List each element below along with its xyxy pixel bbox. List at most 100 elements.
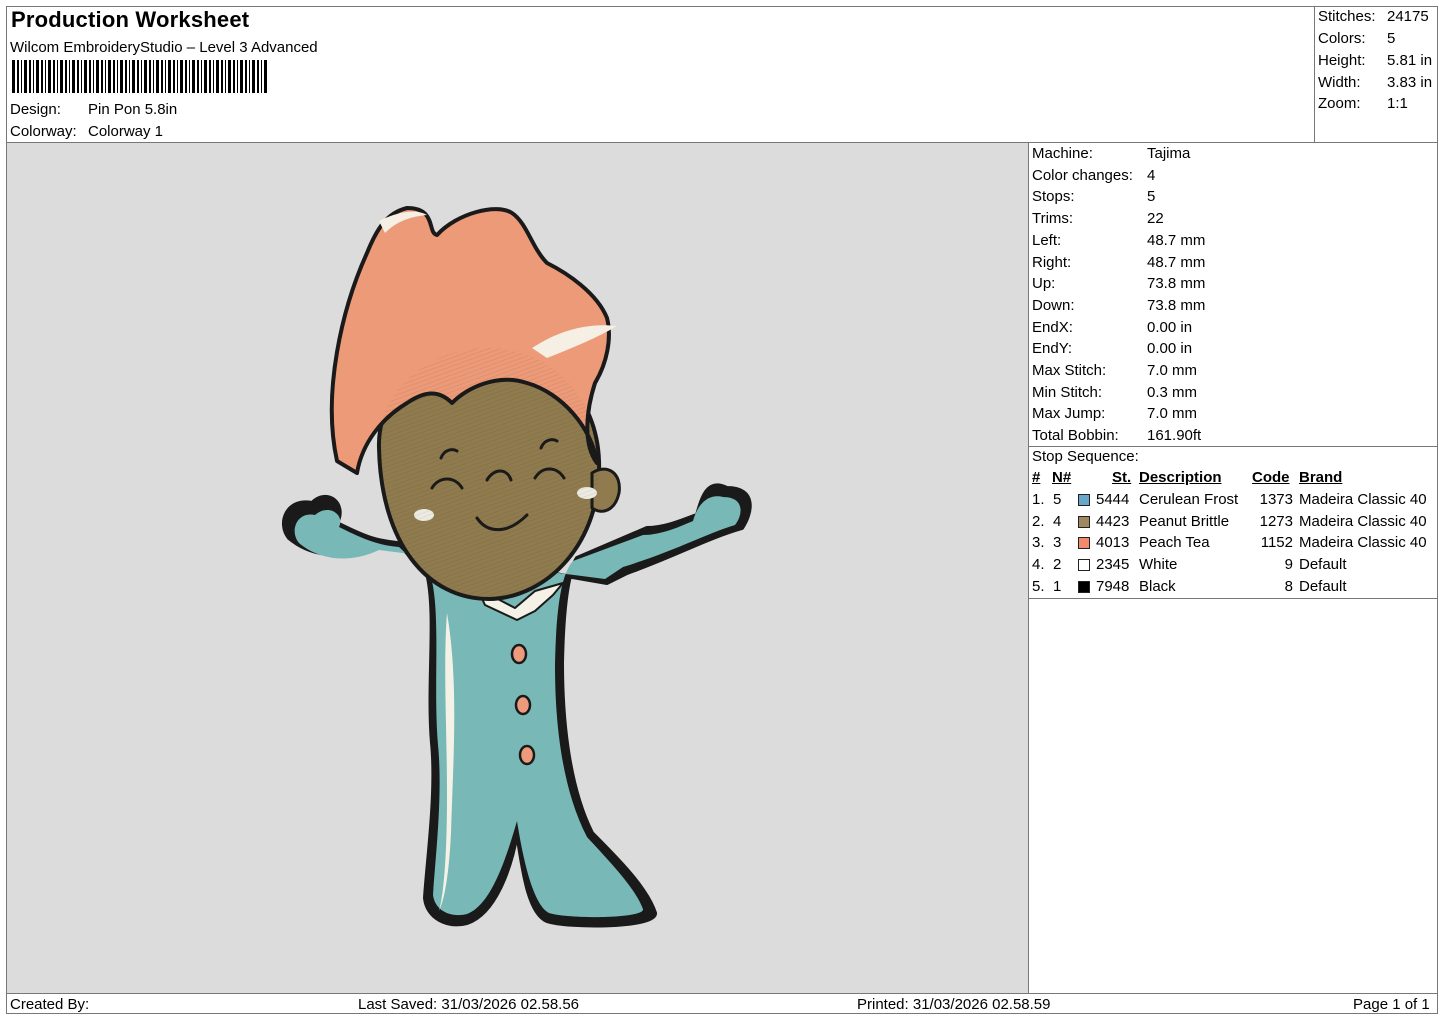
seq-num: 4. [1032, 556, 1045, 574]
colors-value: 5 [1387, 30, 1396, 47]
seq-code: 1373 [1259, 491, 1293, 508]
barcode [12, 60, 267, 93]
machine-info-label: Max Jump: [1032, 405, 1106, 423]
seq-num: 1. [1032, 491, 1045, 508]
thread-color-swatch [1078, 515, 1090, 528]
stats-divider [1314, 7, 1315, 142]
stitches-value: 24175 [1387, 8, 1429, 25]
design-value: Pin Pon 5.8in [88, 101, 178, 118]
stitches-label: Stitches: [1318, 8, 1376, 25]
software-name: Wilcom EmbroideryStudio – Level 3 Advanc… [10, 39, 318, 56]
machine-info-divider [1028, 446, 1438, 447]
thread-color-swatch [1078, 494, 1090, 506]
seq-num: 3. [1032, 534, 1045, 552]
machine-info-label: Stops: [1032, 188, 1075, 206]
machine-info-value: 73.8 mm [1147, 275, 1206, 293]
zoom-label: Zoom: [1318, 95, 1361, 112]
stop-sequence-title: Stop Sequence: [1032, 448, 1139, 465]
machine-info-value: 4 [1147, 166, 1156, 184]
machine-info-label: Machine: [1032, 145, 1093, 162]
zoom-value: 1:1 [1387, 95, 1408, 112]
seq-num: 2. [1032, 512, 1045, 530]
machine-info-value: 7.0 mm [1147, 405, 1198, 423]
seq-code: 9 [1284, 556, 1293, 574]
machine-info-value: 22 [1147, 210, 1164, 228]
seq-needle: 2 [1053, 556, 1062, 574]
seq-stitches: 4423 [1096, 512, 1130, 530]
seq-needle: 5 [1053, 491, 1062, 508]
seq-brand: Default [1299, 556, 1347, 574]
header-brand: Brand [1299, 469, 1343, 486]
page-number: Page 1 of 1 [1353, 996, 1430, 1013]
seq-code: 1273 [1259, 512, 1293, 530]
seq-brand: Madeira Classic 40 [1299, 491, 1427, 508]
seq-code: 8 [1284, 577, 1293, 595]
seq-description: White [1139, 556, 1178, 574]
thread-color-swatch [1078, 537, 1090, 550]
seq-description: Black [1139, 577, 1176, 595]
machine-info-value: Tajima [1147, 145, 1191, 162]
seq-needle: 3 [1053, 534, 1062, 552]
machine-info-value: 5 [1147, 188, 1156, 206]
width-value: 3.83 in [1387, 74, 1433, 91]
seq-stitches: 5444 [1096, 491, 1130, 508]
machine-info-value: 7.0 mm [1147, 362, 1198, 379]
seq-stitches: 7948 [1096, 577, 1130, 595]
machine-info-value: 48.7 mm [1147, 253, 1206, 271]
machine-info-label: Right: [1032, 253, 1072, 271]
machine-info-label: Color changes: [1032, 166, 1133, 184]
suit-button-1 [510, 643, 528, 665]
machine-info-value: 0.00 in [1147, 340, 1193, 358]
machine-info-value: 48.7 mm [1147, 231, 1206, 249]
sequence-divider [1028, 598, 1438, 599]
seq-description: Peanut Brittle [1139, 512, 1230, 530]
last-saved: Last Saved: 31/03/2026 02.58.56 [358, 996, 580, 1013]
seq-needle: 4 [1053, 512, 1062, 530]
worksheet-title: Production Worksheet [11, 7, 250, 32]
machine-info-label: Up: [1032, 275, 1056, 293]
height-value: 5.81 in [1387, 52, 1433, 69]
colorway-value: Colorway 1 [88, 123, 164, 140]
suit-button-2 [514, 694, 532, 716]
width-label: Width: [1318, 74, 1361, 91]
machine-info-label: Max Stitch: [1032, 362, 1107, 379]
seq-description: Peach Tea [1139, 534, 1210, 552]
machine-info-label: Left: [1032, 231, 1062, 249]
machine-info-label: Down: [1032, 296, 1075, 314]
thread-color-swatch [1078, 559, 1090, 572]
seq-stitches: 4013 [1096, 534, 1130, 552]
colorway-label: Colorway: [10, 123, 77, 140]
height-label: Height: [1318, 52, 1366, 69]
canvas-divider [1028, 143, 1029, 993]
machine-info-value: 73.8 mm [1147, 296, 1206, 314]
header-code: Code [1252, 469, 1290, 486]
seq-num: 5. [1032, 577, 1045, 595]
header-needle: N# [1052, 469, 1072, 486]
seq-needle: 1 [1053, 577, 1062, 595]
colors-label: Colors: [1318, 30, 1366, 47]
design-label: Design: [10, 101, 61, 118]
footer-divider [7, 993, 1438, 994]
seq-brand: Madeira Classic 40 [1299, 534, 1427, 552]
header-stitches: St. [1112, 469, 1132, 486]
printed-date: Printed: 31/03/2026 02.58.59 [857, 996, 1051, 1013]
machine-info-value: 0.00 in [1147, 318, 1193, 336]
machine-info-label: EndX: [1032, 318, 1073, 336]
seq-brand: Default [1299, 577, 1347, 595]
created-by: Created By: [10, 996, 90, 1013]
machine-info-label: EndY: [1032, 340, 1073, 358]
machine-info-value: 161.90ft [1147, 427, 1202, 445]
seq-code: 1152 [1260, 534, 1293, 552]
machine-info-value: 0.3 mm [1147, 383, 1198, 401]
seq-description: Cerulean Frost [1139, 491, 1239, 508]
design-preview-canvas [7, 143, 1028, 993]
suit-button-3 [518, 744, 536, 766]
machine-info-label: Trims: [1032, 210, 1074, 228]
header-description: Description [1139, 469, 1222, 486]
seq-brand: Madeira Classic 40 [1299, 512, 1427, 530]
header-num: # [1032, 469, 1041, 486]
thread-color-swatch [1078, 580, 1090, 593]
machine-info-label: Min Stitch: [1032, 383, 1103, 401]
machine-info-label: Total Bobbin: [1032, 427, 1119, 445]
seq-stitches: 2345 [1096, 556, 1130, 574]
